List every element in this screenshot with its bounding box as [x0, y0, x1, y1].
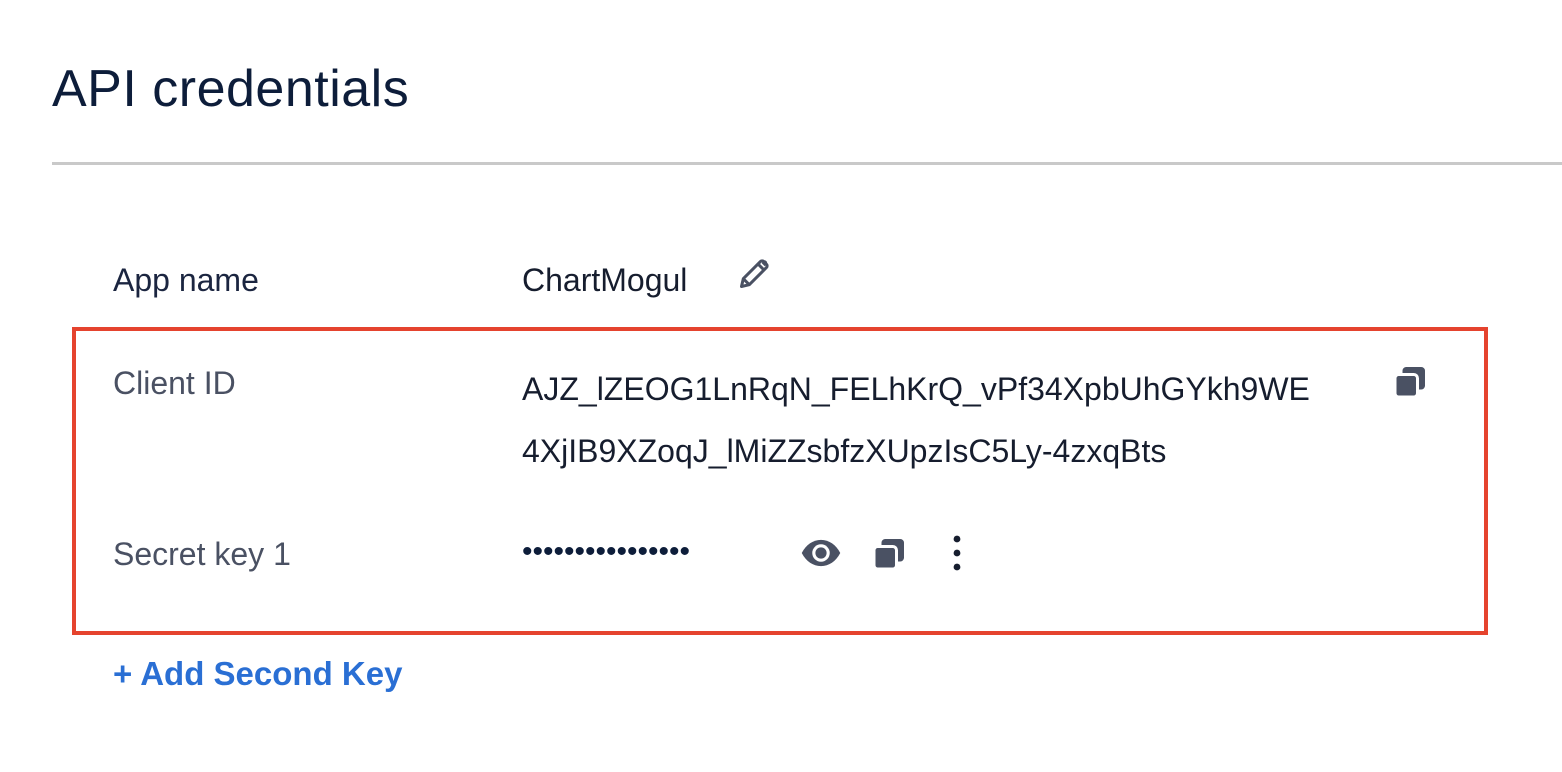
- client-id-value-line1: AJZ_lZEOG1LnRqN_FELhKrQ_vPf34XpbUhGYkh9W…: [522, 371, 1310, 407]
- eye-icon[interactable]: [800, 532, 842, 574]
- copy-icon[interactable]: [871, 536, 907, 572]
- pencil-icon[interactable]: [737, 255, 773, 291]
- client-id-value-line2: 4XjIB9XZoqJ_lMiZZsbfzXUpzIsC5Ly-4zxqBts: [522, 433, 1167, 469]
- page-title: API credentials: [52, 60, 410, 118]
- divider: [52, 162, 1562, 165]
- client-id-label: Client ID: [113, 365, 236, 401]
- app-name-label: App name: [113, 262, 259, 298]
- secret-key-label: Secret key 1: [113, 536, 291, 572]
- more-vertical-icon[interactable]: [945, 533, 969, 573]
- secret-key-masked-value: ••••••••••••••••: [522, 535, 691, 568]
- app-name-value: ChartMogul: [522, 262, 688, 298]
- copy-icon[interactable]: [1392, 364, 1428, 400]
- add-second-key-link[interactable]: + Add Second Key: [113, 654, 402, 694]
- api-credentials-page: API credentials App name ChartMogul Clie…: [0, 0, 1562, 772]
